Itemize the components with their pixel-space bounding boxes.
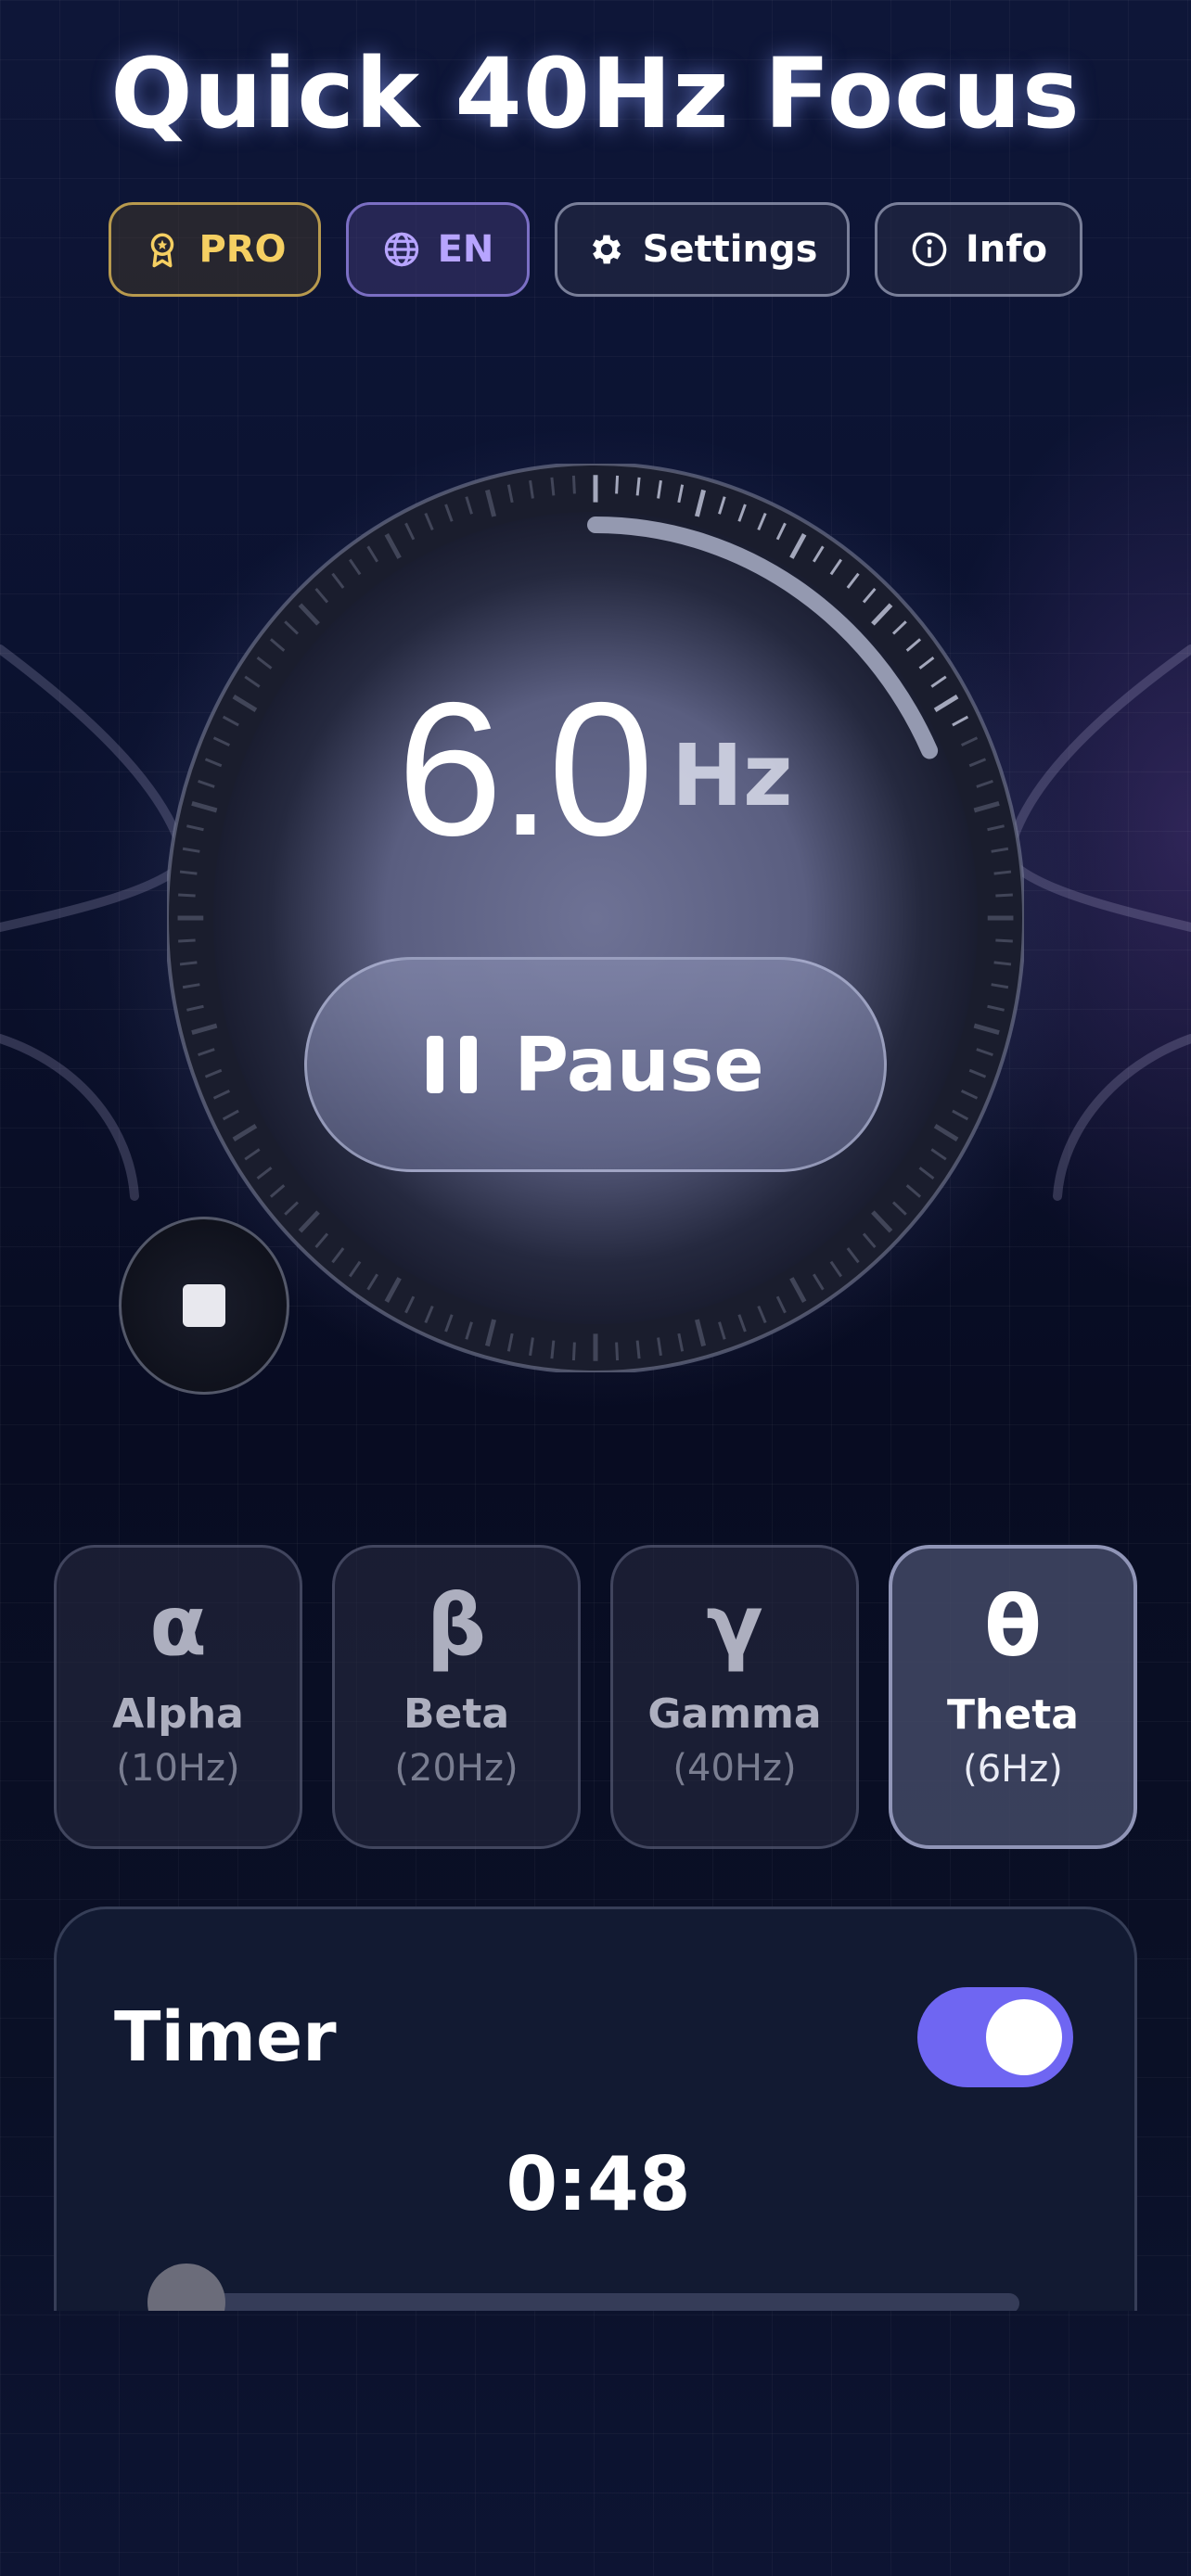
preset-name: Theta <box>947 1691 1079 1739</box>
preset-symbol: γ <box>706 1577 763 1675</box>
frequency-dial[interactable] <box>165 462 1026 1374</box>
preset-name: Alpha <box>112 1690 244 1738</box>
dial-face <box>213 512 978 1324</box>
pause-label: Pause <box>514 1021 764 1108</box>
globe-icon <box>384 232 418 267</box>
preset-symbol: θ <box>984 1578 1042 1676</box>
stop-button[interactable] <box>119 1217 289 1395</box>
frequency-value: 6.0 <box>397 663 654 875</box>
toggle-knob <box>986 1999 1062 2075</box>
preset-frequency: (6Hz) <box>963 1748 1063 1791</box>
preset-gamma[interactable]: γ Gamma (40Hz) <box>610 1545 859 1849</box>
settings-label: Settings <box>642 228 818 271</box>
settings-button[interactable]: Settings <box>555 202 850 297</box>
preset-frequency: (10Hz) <box>116 1747 240 1790</box>
preset-frequency: (40Hz) <box>672 1747 797 1790</box>
info-button[interactable]: Info <box>875 202 1082 297</box>
app-title: Quick 40Hz Focus <box>110 37 1081 150</box>
dial-tick <box>993 870 1012 875</box>
timer-label: Timer <box>114 1997 337 2077</box>
preset-name: Gamma <box>647 1690 822 1738</box>
dial-tick <box>179 961 198 966</box>
dial-tick <box>635 477 641 496</box>
preset-beta[interactable]: β Beta (20Hz) <box>332 1545 581 1849</box>
dial-tick <box>615 475 620 494</box>
pro-label: PRO <box>198 228 287 271</box>
dial-tick <box>571 1342 576 1361</box>
dial-tick <box>178 893 196 898</box>
info-label: Info <box>965 228 1048 271</box>
dial-tick <box>995 893 1013 898</box>
dial-tick <box>995 938 1013 943</box>
timer-slider-thumb[interactable] <box>147 2264 225 2311</box>
dial-tick <box>550 1340 556 1359</box>
dial-tick <box>635 1340 641 1359</box>
pause-icon <box>427 1036 478 1093</box>
timer-slider-track[interactable] <box>168 2293 1019 2311</box>
preset-frequency: (20Hz) <box>394 1747 519 1790</box>
dial-tick <box>571 475 576 494</box>
frequency-unit: Hz <box>672 726 793 825</box>
timer-toggle[interactable] <box>917 1987 1073 2087</box>
language-button[interactable]: EN <box>346 202 530 297</box>
dial-tick <box>178 938 196 943</box>
pause-button[interactable]: Pause <box>304 957 887 1172</box>
stop-icon <box>183 1284 225 1327</box>
dial-tick <box>179 870 198 875</box>
info-circle-icon <box>912 232 947 267</box>
language-label: EN <box>437 228 494 271</box>
preset-symbol: α <box>149 1577 207 1675</box>
timer-card: Timer 0:48 <box>54 1906 1137 2311</box>
dial-tick <box>550 477 556 496</box>
dial-tick <box>615 1342 620 1361</box>
gear-icon <box>592 235 621 264</box>
timer-value: 0:48 <box>506 2141 691 2227</box>
pro-button[interactable]: PRO <box>109 202 321 297</box>
preset-name: Beta <box>403 1690 510 1738</box>
dial-tick <box>993 961 1012 966</box>
preset-symbol: β <box>426 1577 487 1675</box>
preset-theta[interactable]: θ Theta (6Hz) <box>889 1545 1137 1849</box>
preset-alpha[interactable]: α Alpha (10Hz) <box>54 1545 302 1849</box>
award-badge-icon <box>151 233 174 268</box>
